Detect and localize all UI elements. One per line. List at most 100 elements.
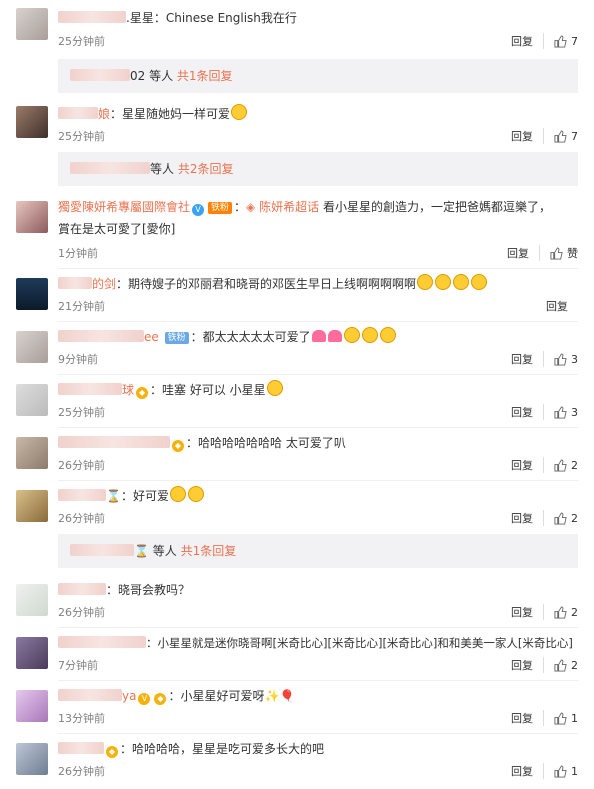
username-redacted[interactable] — [58, 689, 122, 701]
like-button[interactable]: 2 — [554, 459, 578, 472]
username-redacted[interactable] — [58, 583, 106, 595]
username-redacted[interactable] — [58, 107, 98, 119]
divider — [58, 427, 578, 428]
subreply-summary[interactable]: 02 等人 共1条回复 — [58, 59, 578, 93]
username-redacted[interactable] — [58, 489, 106, 501]
cry-emoji-icon — [379, 327, 396, 343]
comment-text: ：小星星就是迷你晓哥啊[米奇比心][米奇比心][米奇比心]和和美美一家人[米奇比… — [58, 633, 578, 653]
avatar[interactable] — [16, 437, 48, 469]
avatar[interactable] — [16, 106, 48, 138]
comment-meta: 25分钟前 回复 7 — [58, 128, 578, 144]
fan-level-icon: ◆ — [154, 693, 167, 705]
comment-actions: 回复 — [546, 298, 578, 314]
comment-actions: 回复 1 — [511, 763, 578, 779]
like-button[interactable]: 2 — [554, 659, 578, 672]
comment-actions: 回复 2 — [511, 457, 578, 473]
comment-meta: 1分钟前 回复 赞 — [58, 245, 578, 261]
username-redacted[interactable] — [58, 436, 170, 448]
balloon-icon: 🎈 — [279, 689, 295, 703]
comment-actions: 回复 2 — [511, 604, 578, 620]
like-count: 7 — [571, 129, 578, 143]
comment-meta: 26分钟前 回复 2 — [58, 510, 578, 526]
comment-actions: 回复 2 — [511, 510, 578, 526]
fan-badge: 铁粉 — [208, 202, 233, 214]
like-button[interactable]: 2 — [554, 512, 578, 525]
comment-time: 25分钟前 — [58, 406, 105, 419]
like-button[interactable]: 2 — [554, 606, 578, 619]
like-button[interactable]: 3 — [554, 353, 578, 366]
reply-button[interactable]: 回复 — [511, 710, 544, 726]
reply-button[interactable]: 回复 — [511, 457, 544, 473]
comment-meta: 21分钟前 回复 — [58, 298, 578, 314]
reply-button[interactable]: 回复 — [511, 657, 544, 673]
reply-button[interactable]: 回复 — [511, 510, 544, 526]
reply-button[interactable]: 回复 — [511, 604, 544, 620]
username-redacted[interactable] — [58, 330, 144, 342]
comment-time: 1分钟前 — [58, 247, 98, 260]
verified-icon: V — [192, 204, 205, 216]
comment-text: ⌛：好可爱 — [58, 486, 578, 506]
comment-text: ◆ ：哈哈哈哈哈哈哈 太可爱了叭 — [58, 433, 578, 453]
like-button[interactable]: 3 — [554, 406, 578, 419]
view-replies-link[interactable]: 共2条回复 — [178, 162, 234, 176]
thumbs-up-icon — [554, 34, 567, 48]
subreply-summary[interactable]: 等人 共2条回复 — [58, 152, 578, 186]
view-replies-link[interactable]: 共1条回复 — [181, 544, 237, 558]
avatar[interactable] — [16, 584, 48, 616]
comment-text: ya V ◆ ：小星星好可爱呀✨🎈 — [58, 686, 578, 706]
avatar[interactable] — [16, 201, 48, 233]
comment-time: 21分钟前 — [58, 300, 105, 313]
hourglass-icon: ⌛ — [106, 489, 121, 503]
comment-meta: 25分钟前 回复 7 — [58, 33, 578, 49]
divider — [58, 480, 578, 481]
avatar[interactable] — [16, 690, 48, 722]
like-count: 3 — [571, 352, 578, 366]
view-replies-link[interactable]: 共1条回复 — [177, 69, 233, 83]
like-count: 赞 — [567, 247, 578, 260]
like-button[interactable]: 1 — [554, 712, 578, 725]
comment-time: 13分钟前 — [58, 712, 105, 725]
username[interactable]: 獨愛陳妍希專屬國際會社 — [58, 200, 190, 214]
like-button[interactable]: 7 — [554, 130, 578, 143]
comment-feed: .星星：Chinese English我在行 25分钟前 回复 7 02 等人 … — [0, 0, 594, 789]
comment-time: 26分钟前 — [58, 459, 105, 472]
heart-emoji-icon — [327, 330, 342, 342]
username-redacted — [70, 544, 134, 556]
like-button[interactable]: 7 — [554, 35, 578, 48]
like-count: 2 — [571, 511, 578, 525]
username-redacted[interactable] — [58, 742, 104, 754]
divider — [58, 321, 578, 322]
username-redacted[interactable] — [58, 636, 146, 648]
reply-button[interactable]: 回复 — [507, 245, 540, 261]
reply-button[interactable]: 回复 — [511, 351, 544, 367]
username-redacted[interactable] — [58, 277, 92, 289]
subreply-summary[interactable]: ⌛ 等人 共1条回复 — [58, 534, 578, 568]
thumbs-up-icon — [554, 658, 567, 672]
topic-link[interactable]: 陈妍希超话 — [259, 200, 319, 214]
avatar[interactable] — [16, 384, 48, 416]
username-redacted[interactable] — [58, 11, 126, 23]
topic-icon: ◈ — [246, 200, 256, 214]
reply-button[interactable]: 回复 — [511, 404, 544, 420]
avatar[interactable] — [16, 278, 48, 310]
divider — [58, 680, 578, 681]
reply-button[interactable]: 回复 — [546, 298, 578, 314]
like-count: 3 — [571, 405, 578, 419]
like-button[interactable]: 赞 — [550, 245, 578, 261]
thumbs-up-icon — [554, 405, 567, 419]
comment-text: .星星：Chinese English我在行 — [58, 8, 578, 28]
thumbs-up-icon — [554, 605, 567, 619]
like-count: 7 — [571, 34, 578, 48]
avatar[interactable] — [16, 8, 48, 40]
avatar[interactable] — [16, 331, 48, 363]
reply-button[interactable]: 回复 — [511, 33, 544, 49]
like-button[interactable]: 1 — [554, 765, 578, 778]
avatar[interactable] — [16, 490, 48, 522]
avatar[interactable] — [16, 637, 48, 669]
verified-icon: V — [138, 693, 151, 705]
comment-meta: 25分钟前 回复 3 — [58, 404, 578, 420]
username-redacted[interactable] — [58, 383, 122, 395]
reply-button[interactable]: 回复 — [511, 128, 544, 144]
avatar[interactable] — [16, 743, 48, 775]
reply-button[interactable]: 回复 — [511, 763, 544, 779]
